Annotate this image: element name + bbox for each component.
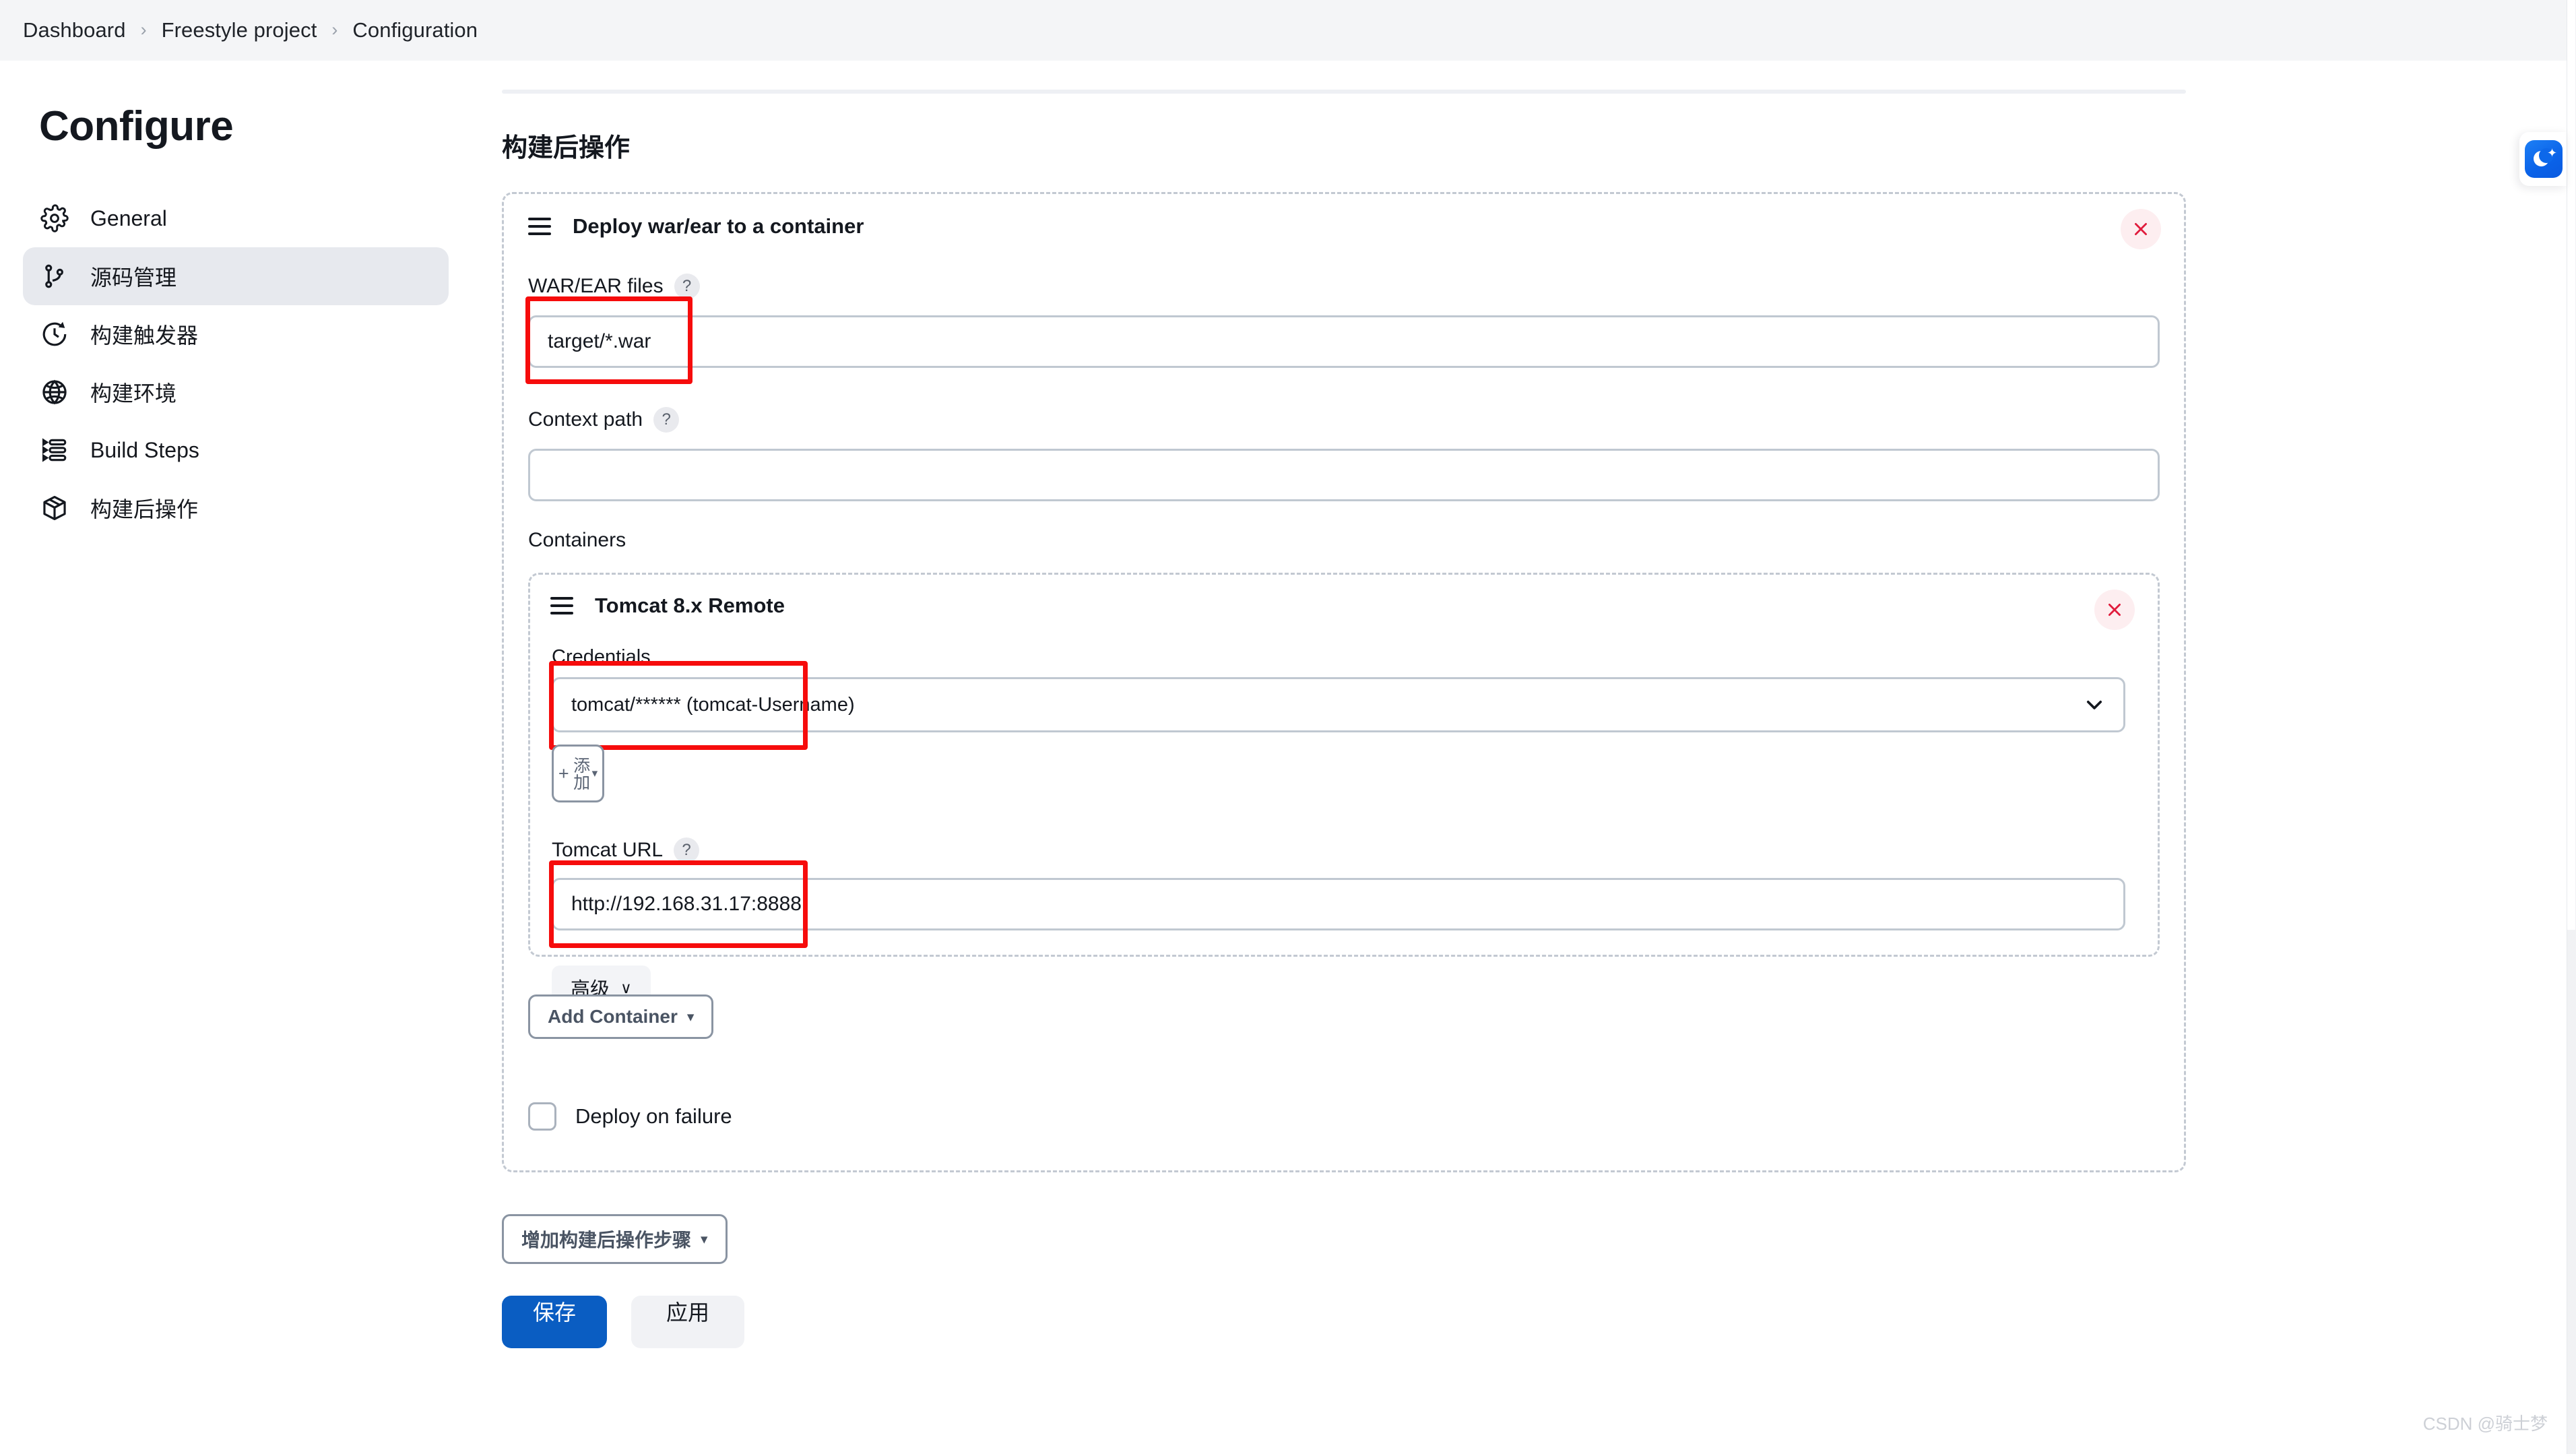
- credentials-selected-value: tomcat/****** (tomcat-Username): [571, 693, 855, 716]
- drag-handle-icon[interactable]: [528, 218, 551, 235]
- breadcrumb-item-dashboard[interactable]: Dashboard: [23, 18, 126, 42]
- publisher-title: Deploy war/ear to a container: [573, 214, 864, 238]
- add-credentials-label: 添加: [571, 757, 590, 790]
- container-panel-tomcat: Tomcat 8.x Remote Credentials tomcat/***…: [528, 573, 2160, 1010]
- form-actions: 保存 应用: [502, 1296, 745, 1348]
- page-scrollbar[interactable]: [2567, 0, 2576, 1454]
- sidebar-item-label: 构建触发器: [90, 323, 199, 348]
- context-path-input[interactable]: [528, 449, 2160, 501]
- sidebar-item-label: 构建后操作: [90, 497, 199, 521]
- apply-button[interactable]: 应用: [631, 1296, 745, 1348]
- help-icon[interactable]: ?: [674, 837, 700, 863]
- section-title: 构建后操作: [502, 134, 631, 162]
- delete-publisher-button[interactable]: [2121, 209, 2161, 249]
- page-title: Configure: [39, 103, 234, 150]
- watermark: CSDN @骑士梦: [2422, 1414, 2548, 1434]
- list-steps-icon: [42, 438, 67, 462]
- theme-toggle-panel[interactable]: ✦: [2519, 132, 2567, 186]
- credentials-select[interactable]: tomcat/****** (tomcat-Username): [552, 677, 2125, 732]
- context-path-label-row: Context path ?: [528, 407, 680, 433]
- container-panel-header: Tomcat 8.x Remote: [530, 575, 2158, 630]
- credentials-label: Credentials: [552, 646, 651, 668]
- page-scrollbar-thumb[interactable]: [2567, 0, 2575, 930]
- help-icon[interactable]: ?: [674, 274, 700, 299]
- war-files-label: WAR/EAR files: [528, 275, 664, 297]
- sidebar-item-build-environment[interactable]: 构建环境: [23, 363, 449, 421]
- containers-label: Containers: [528, 529, 626, 551]
- breadcrumb-item-configuration[interactable]: Configuration: [352, 18, 478, 42]
- caret-down-icon: ▾: [701, 1231, 708, 1247]
- save-button[interactable]: 保存: [502, 1296, 608, 1348]
- breadcrumb-separator-icon: ›: [140, 19, 147, 40]
- tomcat-url-label: Tomcat URL: [552, 839, 664, 861]
- close-icon: [2135, 223, 2147, 235]
- deploy-on-failure-label: Deploy on failure: [575, 1104, 732, 1128]
- container-title: Tomcat 8.x Remote: [595, 594, 785, 617]
- sidebar-nav: General 源码管理 构建触发器 构建环境 Build Steps 构建后操…: [0, 189, 472, 537]
- chevron-down-icon: [2086, 700, 2102, 709]
- breadcrumb-item-project[interactable]: Freestyle project: [162, 18, 317, 42]
- add-credentials-button[interactable]: + 添加 ▾: [552, 745, 604, 802]
- help-icon[interactable]: ?: [653, 407, 680, 433]
- package-icon: [43, 495, 66, 521]
- dark-mode-moon-icon[interactable]: ✦: [2525, 140, 2563, 178]
- add-container-button[interactable]: Add Container ▾: [528, 994, 714, 1039]
- sidebar-item-post-build-actions[interactable]: 构建后操作: [23, 479, 449, 537]
- context-path-label: Context path: [528, 408, 643, 431]
- publisher-panel-deploy-war: Deploy war/ear to a container WAR/EAR fi…: [502, 192, 2186, 1172]
- delete-container-button[interactable]: [2094, 590, 2135, 630]
- sidebar-item-label: Build Steps: [90, 437, 199, 462]
- deploy-on-failure-row[interactable]: Deploy on failure: [528, 1102, 732, 1131]
- war-files-label-row: WAR/EAR files ?: [528, 274, 700, 299]
- source-branch-icon: [45, 264, 63, 288]
- sidebar-item-label: 源码管理: [90, 265, 177, 290]
- sidebar-item-source-control[interactable]: 源码管理: [23, 247, 449, 305]
- sidebar-item-label: 构建环境: [90, 381, 177, 406]
- clock-icon: [42, 321, 67, 346]
- publisher-panel-header: Deploy war/ear to a container: [504, 194, 2184, 249]
- close-icon: [2108, 604, 2121, 616]
- sidebar: Configure General 源码管理 构建触发器 构建环境 Build …: [0, 61, 472, 537]
- sidebar-item-general[interactable]: General: [23, 189, 449, 247]
- breadcrumb-separator-icon: ›: [331, 19, 338, 40]
- caret-down-icon: ▾: [686, 1009, 695, 1025]
- drag-handle-icon[interactable]: [550, 597, 573, 614]
- add-post-build-step-button[interactable]: 增加构建后操作步骤 ▾: [502, 1214, 728, 1264]
- war-files-input[interactable]: target/*.war: [528, 315, 2160, 368]
- sidebar-item-build-triggers[interactable]: 构建触发器: [23, 305, 449, 363]
- globe-icon: [42, 379, 67, 405]
- tomcat-url-label-row: Tomcat URL ?: [552, 837, 700, 863]
- caret-down-icon: ▾: [591, 767, 598, 780]
- tomcat-url-input[interactable]: http://192.168.31.17:8888: [552, 878, 2125, 930]
- add-post-build-step-label: 增加构建后操作步骤: [521, 1230, 692, 1251]
- deploy-on-failure-checkbox[interactable]: [528, 1102, 556, 1131]
- add-container-label: Add Container: [548, 1006, 678, 1027]
- sidebar-item-build-steps[interactable]: Build Steps: [23, 421, 449, 479]
- breadcrumb-bar: Dashboard › Freestyle project › Configur…: [0, 0, 2576, 61]
- sidebar-item-label: General: [90, 206, 167, 230]
- gear-icon: [40, 204, 69, 232]
- plus-icon: +: [558, 763, 569, 784]
- content-divider: [502, 90, 2186, 94]
